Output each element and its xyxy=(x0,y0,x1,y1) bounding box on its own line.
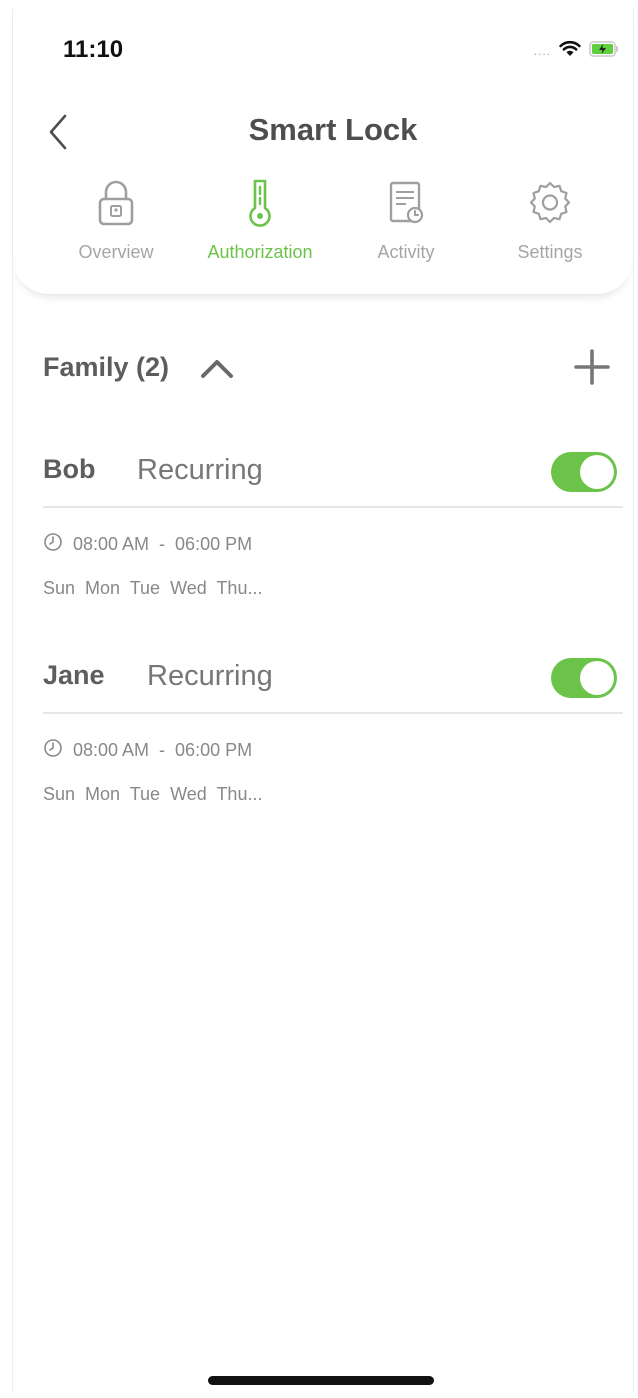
member-name: Jane xyxy=(43,660,105,690)
member-schedule-type: Recurring xyxy=(147,660,273,692)
tab-settings[interactable]: Settings xyxy=(475,176,625,266)
wifi-icon xyxy=(559,40,581,62)
plus-icon xyxy=(574,349,610,385)
chevron-up-icon[interactable] xyxy=(197,354,237,387)
gear-icon xyxy=(528,178,572,229)
group-title: Family (2) xyxy=(43,352,170,382)
phone-screen: 11:10 .... Smart Lock Overview Authoriza… xyxy=(12,8,634,1392)
page-title: Smart Lock xyxy=(248,112,418,147)
time-range-text: 08:00 AM - 06:00 PM xyxy=(73,739,253,760)
status-time: 11:10 xyxy=(63,36,124,63)
status-icons: .... xyxy=(534,40,619,62)
member-time-range: 08:00 AM - 06:00 PM xyxy=(43,736,252,764)
tab-label: Overview xyxy=(78,242,154,262)
group-header[interactable]: Family (2) xyxy=(43,346,613,394)
member-enable-toggle[interactable] xyxy=(551,658,617,698)
add-member-button[interactable] xyxy=(571,346,613,388)
tab-bar: Overview Authorization Activity Settings xyxy=(13,176,633,266)
member-enable-toggle[interactable] xyxy=(551,452,617,492)
signal-dots: .... xyxy=(533,44,551,58)
member-days: Sun Mon Tue Wed Thu... xyxy=(43,784,263,804)
header-card: 11:10 .... Smart Lock Overview Authoriza… xyxy=(13,8,633,295)
toggle-knob xyxy=(580,661,614,695)
tab-authorization[interactable]: Authorization xyxy=(185,176,335,266)
tab-overview[interactable]: Overview xyxy=(41,176,191,266)
member-days: Sun Mon Tue Wed Thu... xyxy=(43,578,263,598)
clock-icon xyxy=(43,532,63,557)
tab-label: Settings xyxy=(517,242,583,262)
member-time-range: 08:00 AM - 06:00 PM xyxy=(43,530,252,558)
activity-log-icon xyxy=(386,178,426,233)
tab-label: Authorization xyxy=(207,242,313,262)
key-icon xyxy=(243,178,277,235)
toggle-knob xyxy=(580,455,614,489)
tab-activity[interactable]: Activity xyxy=(331,176,481,266)
lock-icon xyxy=(96,178,136,233)
time-range-text: 08:00 AM - 06:00 PM xyxy=(73,533,253,554)
tab-label: Activity xyxy=(377,242,435,262)
member-row-bob[interactable]: Bob Recurring xyxy=(43,444,623,508)
home-indicator[interactable] xyxy=(208,1376,434,1385)
member-schedule-type: Recurring xyxy=(137,454,263,486)
member-name: Bob xyxy=(43,454,96,484)
member-row-jane[interactable]: Jane Recurring xyxy=(43,650,623,714)
battery-charging-icon xyxy=(589,40,619,62)
clock-icon xyxy=(43,738,63,763)
